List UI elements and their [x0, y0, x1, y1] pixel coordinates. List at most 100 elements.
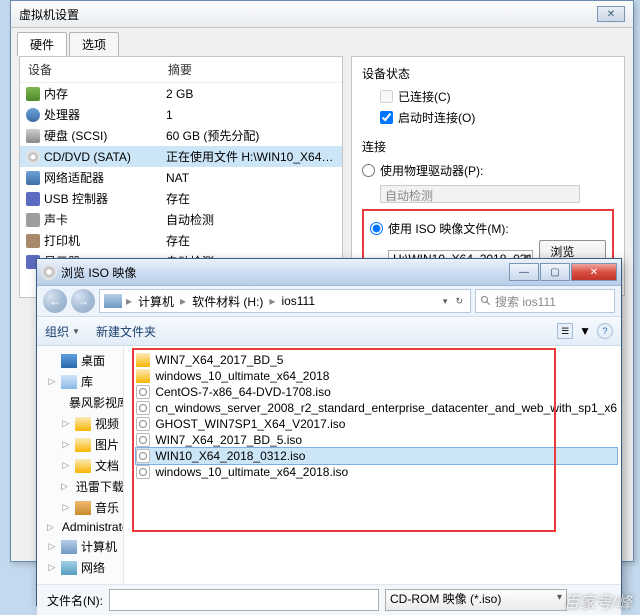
watermark: 百家号/峰: [564, 589, 632, 613]
dialog-bottom-bar: 文件名(N): CD-ROM 映像 (*.iso): [37, 584, 621, 615]
device-row[interactable]: 内存2 GB: [20, 83, 342, 104]
new-folder-button[interactable]: 新建文件夹: [96, 323, 156, 340]
chevron-right-icon[interactable]: ▸: [267, 294, 277, 308]
close-icon[interactable]: ✕: [571, 263, 617, 281]
tree-item[interactable]: 桌面: [37, 350, 123, 371]
radio-iso[interactable]: 使用 ISO 映像文件(M):: [370, 217, 606, 240]
device-row[interactable]: CD/DVD (SATA)正在使用文件 H:\WIN10_X64_...: [20, 146, 342, 167]
expand-icon[interactable]: ▷: [61, 460, 71, 471]
expand-icon[interactable]: ▷: [47, 541, 57, 552]
nav-back-icon[interactable]: ←: [43, 289, 67, 313]
device-row[interactable]: 打印机 存在: [20, 230, 342, 251]
minimize-icon[interactable]: —: [509, 263, 539, 281]
tree-item[interactable]: ▷ 计算机: [37, 536, 123, 557]
tree-label: 迅雷下载: [76, 478, 124, 495]
device-summary: 存在: [166, 190, 336, 207]
device-name: 处理器: [44, 106, 80, 123]
tree-item[interactable]: ▷库: [37, 371, 123, 392]
net-icon: [26, 171, 40, 185]
filename-input[interactable]: [109, 589, 379, 611]
device-name: USB 控制器: [44, 190, 108, 207]
tree-label: 文档: [95, 457, 119, 474]
usb-icon: [26, 192, 40, 206]
device-row[interactable]: 处理器1: [20, 104, 342, 125]
browse-title: 浏览 ISO 映像: [57, 264, 509, 281]
device-row[interactable]: 网络适配器NAT: [20, 167, 342, 188]
maximize-icon[interactable]: ▢: [540, 263, 570, 281]
physical-drive-select: 自动检测: [380, 185, 580, 203]
chk-connected[interactable]: 已连接(C): [362, 86, 614, 107]
tree-label: Administrator: [62, 520, 124, 534]
toolbar: 组织▼ 新建文件夹 ☰ ▼ ?: [37, 317, 621, 346]
refresh-icon[interactable]: ↻: [452, 296, 466, 307]
nav-bar: ← → ▸ 计算机 ▸ 软件材料 (H:) ▸ ios111 ▾ ↻ 搜索 io…: [37, 286, 621, 317]
expand-icon[interactable]: ▷: [47, 562, 57, 573]
tree-item[interactable]: ▷ 文档: [37, 455, 123, 476]
crumb-2[interactable]: ios111: [279, 294, 317, 308]
device-row[interactable]: 声卡自动检测: [20, 209, 342, 230]
search-input[interactable]: 搜索 ios111: [475, 289, 615, 313]
tree-item[interactable]: ▷视频: [37, 413, 123, 434]
tree-label: 图片: [95, 436, 119, 453]
fold-icon: [75, 438, 91, 452]
device-summary: 存在: [166, 232, 336, 249]
help-icon[interactable]: ?: [597, 323, 613, 339]
tree-item[interactable]: 暴风影视库: [37, 392, 123, 413]
device-row[interactable]: 硬盘 (SCSI)60 GB (预先分配): [20, 125, 342, 146]
chk-connected-box: [380, 90, 393, 103]
mem-icon: [26, 87, 40, 101]
tree-label: 桌面: [81, 352, 105, 369]
view-button[interactable]: ☰: [557, 323, 573, 339]
crumb-1[interactable]: 软件材料 (H:): [190, 293, 265, 310]
fold-icon: [75, 459, 91, 473]
tree-item[interactable]: ▷ 图片: [37, 434, 123, 455]
settings-title: 虚拟机设置: [19, 6, 79, 23]
tree-item[interactable]: ▷网络: [37, 557, 123, 578]
expand-icon[interactable]: ▷: [47, 522, 54, 533]
tree-label: 计算机: [81, 538, 117, 555]
nav-forward-icon[interactable]: →: [71, 289, 95, 313]
expand-icon[interactable]: ▷: [61, 418, 71, 429]
tree-item[interactable]: ▷ Administrator: [37, 518, 123, 536]
tree-label: 库: [81, 373, 93, 390]
device-name: 打印机: [44, 232, 80, 249]
radio-iso-input[interactable]: [370, 222, 383, 235]
tab-hardware[interactable]: 硬件: [17, 32, 67, 56]
chevron-down-icon[interactable]: ▼: [579, 324, 591, 338]
tree-item[interactable]: ▷ 迅雷下载: [37, 476, 123, 497]
filename-label: 文件名(N):: [47, 592, 103, 609]
radio-physical-input[interactable]: [362, 164, 375, 177]
iso-icon: [136, 417, 150, 431]
chevron-right-icon[interactable]: ▸: [178, 294, 188, 308]
crumb-computer-icon: [104, 294, 122, 308]
iso-icon: [136, 433, 150, 447]
desk-icon: [61, 354, 77, 368]
organize-button[interactable]: 组织▼: [45, 323, 80, 340]
device-name: 声卡: [44, 211, 68, 228]
expand-icon[interactable]: ▷: [61, 502, 71, 513]
device-row[interactable]: USB 控制器 存在: [20, 188, 342, 209]
chk-connect-on-start[interactable]: 启动时连接(O): [362, 107, 614, 128]
expand-icon[interactable]: ▷: [61, 481, 68, 492]
netw-icon: [61, 561, 77, 575]
chk-connect-start-box[interactable]: [380, 111, 393, 124]
breadcrumb[interactable]: ▸ 计算机 ▸ 软件材料 (H:) ▸ ios111 ▾ ↻: [99, 289, 471, 313]
expand-icon[interactable]: ▷: [47, 376, 57, 387]
radio-physical[interactable]: 使用物理驱动器(P):: [362, 159, 614, 182]
fold-icon: [75, 417, 91, 431]
crumb-dropdown-icon[interactable]: ▾: [440, 296, 451, 307]
settings-tabs: 硬件 选项: [11, 28, 633, 56]
crumb-0[interactable]: 计算机: [136, 293, 176, 310]
filetype-select[interactable]: CD-ROM 映像 (*.iso): [385, 589, 567, 611]
expand-icon[interactable]: ▷: [61, 439, 71, 450]
settings-titlebar: 虚拟机设置 ✕: [11, 1, 633, 28]
col-summary: 摘要: [168, 61, 192, 78]
file-list[interactable]: WIN7_X64_2017_BD_5windows_10_ultimate_x6…: [124, 346, 621, 584]
device-summary: NAT: [166, 171, 336, 185]
folder-tree[interactable]: 桌面▷库暴风影视库▷视频▷图片▷文档▷迅雷下载▷音乐▷Administrator…: [37, 346, 124, 584]
tree-item[interactable]: ▷音乐: [37, 497, 123, 518]
close-icon[interactable]: ✕: [597, 6, 625, 22]
highlight-box: [132, 348, 556, 532]
chevron-right-icon[interactable]: ▸: [124, 294, 134, 308]
tab-options[interactable]: 选项: [69, 32, 119, 56]
